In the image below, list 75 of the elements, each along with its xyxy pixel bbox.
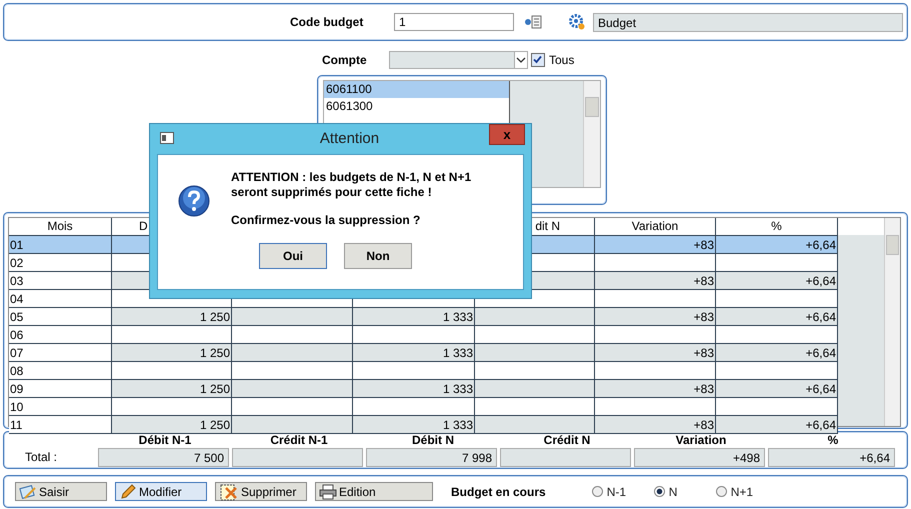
table-cell: 1 250 bbox=[112, 308, 232, 326]
total-value: +498 bbox=[634, 448, 765, 467]
total-header: Crédit N bbox=[542, 433, 592, 448]
table-cell: +6,64 bbox=[716, 416, 838, 434]
scrollbar[interactable] bbox=[583, 81, 600, 187]
total-header: % bbox=[826, 433, 840, 448]
window-icon bbox=[160, 132, 174, 144]
tous-checkbox[interactable] bbox=[531, 53, 545, 67]
account-item[interactable]: 6061100 bbox=[324, 81, 509, 98]
table-cell: 1 250 bbox=[112, 416, 232, 434]
table-cell: +6,64 bbox=[716, 272, 838, 290]
total-value: 7 500 bbox=[98, 448, 229, 467]
edition-button[interactable]: Edition bbox=[315, 482, 433, 501]
close-button[interactable]: x bbox=[489, 124, 525, 145]
table-cell: 03 bbox=[9, 272, 112, 290]
table-cell: +83 bbox=[595, 416, 716, 434]
table-cell: +83 bbox=[595, 308, 716, 326]
delete-icon bbox=[219, 482, 239, 500]
total-header: Variation bbox=[674, 433, 728, 448]
dialog-title: Attention bbox=[318, 130, 380, 147]
pencil-icon bbox=[119, 484, 137, 500]
total-value: 7 998 bbox=[366, 448, 497, 467]
question-icon bbox=[178, 185, 210, 217]
table-cell: +6,64 bbox=[716, 308, 838, 326]
table-cell: +6,64 bbox=[716, 344, 838, 362]
table-cell: 1 333 bbox=[353, 344, 475, 362]
list-icon[interactable] bbox=[524, 15, 542, 29]
total-label: Total : bbox=[25, 449, 58, 466]
tous-label: Tous bbox=[549, 53, 574, 67]
code-budget-field[interactable]: 1 bbox=[394, 13, 514, 31]
total-header: Crédit N-1 bbox=[269, 433, 329, 448]
table-cell: 11 bbox=[9, 416, 112, 434]
dropdown-caret-icon[interactable] bbox=[514, 52, 527, 68]
budget-radio[interactable]: N-1 bbox=[592, 484, 654, 498]
table-cell: 1 250 bbox=[112, 380, 232, 398]
table-cell: +83 bbox=[595, 380, 716, 398]
table-cell: +83 bbox=[595, 272, 716, 290]
table-cell: +83 bbox=[595, 344, 716, 362]
table-cell: 01 bbox=[9, 236, 112, 254]
table-cell: 04 bbox=[9, 290, 112, 308]
scrollbar[interactable] bbox=[884, 218, 900, 426]
code-budget-label: Code budget bbox=[290, 15, 364, 29]
saisir-button[interactable]: Saisir bbox=[15, 482, 107, 501]
modifier-button[interactable]: Modifier bbox=[115, 482, 207, 501]
table-cell: 1 250 bbox=[112, 344, 232, 362]
table-cell: 05 bbox=[9, 308, 112, 326]
supprimer-button[interactable]: Supprimer bbox=[215, 482, 307, 501]
compte-label: Compte bbox=[322, 53, 368, 67]
total-value: +6,64 bbox=[768, 448, 895, 467]
budget-name-field: Budget bbox=[593, 12, 903, 32]
notepad-pen-icon bbox=[19, 484, 37, 500]
table-cell: 02 bbox=[9, 254, 112, 272]
table-cell: 1 333 bbox=[353, 416, 475, 434]
dialog-button[interactable]: Oui bbox=[259, 243, 327, 269]
table-cell: 07 bbox=[9, 344, 112, 362]
table-cell: +6,64 bbox=[716, 380, 838, 398]
budget-en-cours-label: Budget en cours bbox=[451, 484, 546, 498]
dialog-button[interactable]: Non bbox=[344, 243, 412, 269]
table-cell: 10 bbox=[9, 398, 112, 416]
printer-icon bbox=[319, 484, 337, 500]
table-cell: 08 bbox=[9, 362, 112, 380]
total-header: Débit N bbox=[411, 433, 455, 448]
table-cell: 1 333 bbox=[353, 308, 475, 326]
table-cell: 09 bbox=[9, 380, 112, 398]
table-cell: 06 bbox=[9, 326, 112, 344]
account-item[interactable]: 6061300 bbox=[324, 98, 509, 115]
settings-icon[interactable] bbox=[568, 13, 586, 31]
budget-radio[interactable]: N bbox=[654, 484, 716, 498]
table-cell: 1 333 bbox=[353, 380, 475, 398]
budget-radio[interactable]: N+1 bbox=[716, 484, 778, 498]
table-cell: +6,64 bbox=[716, 236, 838, 254]
table-cell: +83 bbox=[595, 236, 716, 254]
total-header: Débit N-1 bbox=[138, 433, 192, 448]
confirm-question: Confirmez-vous la suppression ? bbox=[231, 213, 422, 228]
warning-message: ATTENTION : les budgets de N-1, N et N+1 seront supprimés pour cette fiche ! bbox=[231, 170, 472, 200]
